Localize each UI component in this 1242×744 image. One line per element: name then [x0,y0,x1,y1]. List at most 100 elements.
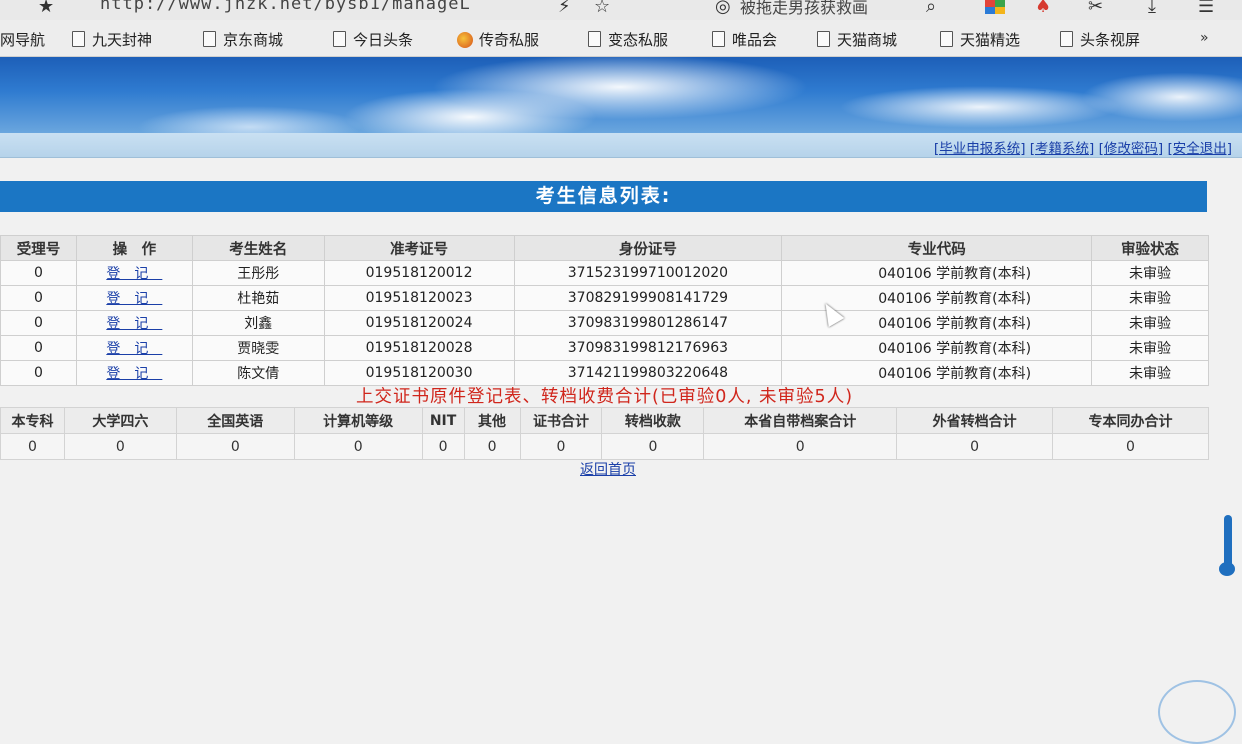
cell-action: 登记 [75,285,193,311]
scrollbar-handle[interactable] [1219,562,1235,576]
cell-status: 未审验 [1091,285,1209,311]
page-icon [72,31,85,47]
summary-value: 0 [519,433,603,460]
search-engine-icon[interactable]: ◎ [715,0,731,17]
register-link[interactable]: 登记 [106,316,162,332]
bookmark-item[interactable]: 天猫精选 [940,29,1020,50]
table-row: 0 登记 陈文倩 019518120030 371421199803220648… [0,360,1209,386]
cell-exam-id: 019518120028 [323,335,515,361]
col-header: 身份证号 [513,235,783,261]
register-link[interactable]: 登记 [106,291,162,307]
link-graduation-system[interactable]: [毕业申报系统] [934,141,1026,157]
page-icon [940,31,953,47]
cell-major: 040106 学前教育(本科) [781,335,1093,361]
summary-table: 本专科 大学四六 全国英语 计算机等级 NIT 其他 证书合计 转档收款 本省自… [0,407,1209,460]
col-header: 本省自带档案合计 [703,407,898,434]
col-header: 操 作 [75,235,193,261]
cell-name: 贾晓雯 [191,335,325,361]
page-title: 考生信息列表: [0,181,1207,212]
cell-exam-id: 019518120023 [323,285,515,311]
favorite-star-icon[interactable]: ☆ [594,0,610,17]
candidate-table: 受理号 操 作 考生姓名 准考证号 身份证号 专业代码 审验状态 0 登记 王彤… [0,235,1209,386]
scissors-icon[interactable]: ✂ [1088,0,1103,17]
bookmark-item[interactable]: 天猫商城 [817,29,897,50]
cell-id-card: 371523199710012020 [513,260,783,286]
col-header: 审验状态 [1091,235,1209,261]
table-row: 0 登记 王彤彤 019518120012 371523199710012020… [0,260,1209,286]
cell-action: 登记 [75,335,193,361]
back-home-link[interactable]: 返回首页 [580,459,636,479]
bookmark-item[interactable]: 今日头条 [333,29,413,50]
summary-value: 0 [175,433,295,460]
col-header: NIT [421,407,465,434]
page-icon [588,31,601,47]
cell-no: 0 [0,285,77,311]
col-header: 外省转档合计 [896,407,1054,434]
browser-toolbar: ★ http://www.jnzk.net/bysb1/manageL ⚡ ☆ … [0,0,1242,21]
page-icon [333,31,346,47]
cell-no: 0 [0,310,77,336]
link-logout[interactable]: [安全退出] [1167,141,1232,157]
table-header-row: 受理号 操 作 考生姓名 准考证号 身份证号 专业代码 审验状态 [0,235,1209,261]
summary-value: 0 [293,433,423,460]
bookmark-item[interactable]: 京东商城 [203,29,283,50]
top-nav: [毕业申报系统] [考籍系统] [修改密码] [安全退出] [0,133,1242,158]
cell-no: 0 [0,360,77,386]
col-header: 专本同办合计 [1052,407,1209,434]
page-icon [1060,31,1073,47]
summary-title: 上交证书原件登记表、转档收费合计(已审验0人, 未审验5人) [355,387,854,407]
summary-header-row: 本专科 大学四六 全国英语 计算机等级 NIT 其他 证书合计 转档收款 本省自… [0,407,1209,434]
search-box[interactable]: 被拖走男孩获救画 [740,0,868,18]
cell-id-card: 370983199812176963 [513,335,783,361]
col-header: 考生姓名 [191,235,325,261]
cell-status: 未审验 [1091,310,1209,336]
bookmark-item[interactable]: 网导航 [0,29,45,50]
summary-value: 0 [63,433,177,460]
cell-name: 杜艳茹 [191,285,325,311]
cell-action: 登记 [75,360,193,386]
link-exam-record-system[interactable]: [考籍系统] [1030,141,1095,157]
cell-status: 未审验 [1091,335,1209,361]
cell-no: 0 [0,260,77,286]
apps-icon-lower [985,7,1005,14]
floating-circle-button[interactable] [1158,680,1236,744]
cell-id-card: 370829199908141729 [513,285,783,311]
col-header: 大学四六 [63,407,177,434]
summary-values-row: 0 0 0 0 0 0 0 0 0 0 0 [0,433,1209,460]
bookmarks-more-button[interactable]: » [1200,30,1209,46]
download-icon[interactable]: ⤓ [1148,0,1156,17]
col-header: 证书合计 [519,407,603,434]
summary-value: 0 [1052,433,1209,460]
bookmarks-bar: 网导航 九天封神 京东商城 今日头条 传奇私服 变态私服 唯品会 天猫商城 天猫… [0,20,1242,57]
link-change-password[interactable]: [修改密码] [1099,141,1164,157]
cell-major: 040106 学前教育(本科) [781,260,1093,286]
star-icon[interactable]: ★ [38,0,54,17]
bookmark-item[interactable]: 变态私服 [588,29,668,50]
menu-icon[interactable]: ☰ [1198,0,1214,17]
summary-value: 0 [421,433,465,460]
summary-value: 0 [703,433,898,460]
cell-exam-id: 019518120030 [323,360,515,386]
cell-name: 陈文倩 [191,360,325,386]
col-header: 专业代码 [781,235,1093,261]
cell-action: 登记 [75,260,193,286]
cell-exam-id: 019518120012 [323,260,515,286]
bookmark-item[interactable]: 头条视屏 [1060,29,1140,50]
bookmark-item[interactable]: 传奇私服 [457,29,539,50]
url-bar[interactable]: http://www.jnzk.net/bysb1/manageL [100,0,471,14]
register-link[interactable]: 登记 [106,341,162,357]
register-link[interactable]: 登记 [106,366,162,382]
header-links: [毕业申报系统] [考籍系统] [修改密码] [安全退出] [934,137,1232,157]
site-banner [0,57,1242,133]
page-icon [712,31,725,47]
cell-exam-id: 019518120024 [323,310,515,336]
bookmark-item[interactable]: 唯品会 [712,29,777,50]
cell-id-card: 371421199803220648 [513,360,783,386]
col-header: 全国英语 [175,407,295,434]
search-icon[interactable]: ⌕ [926,0,936,17]
lightning-icon[interactable]: ⚡ [558,0,571,17]
game-icon[interactable]: ♠ [1035,0,1051,17]
cell-name: 刘鑫 [191,310,325,336]
register-link[interactable]: 登记 [106,266,162,282]
bookmark-item[interactable]: 九天封神 [72,29,152,50]
